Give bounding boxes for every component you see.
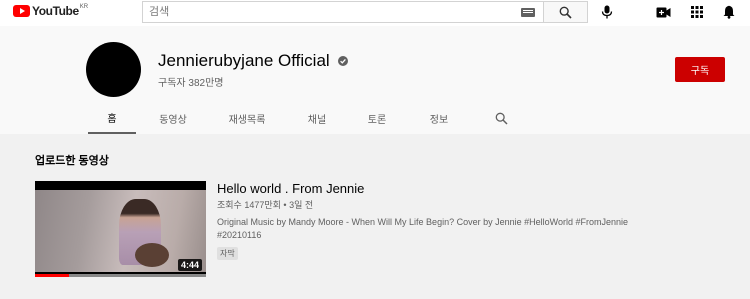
watch-progress-fill (35, 274, 70, 277)
youtube-logo[interactable]: YouTube KR (13, 4, 88, 18)
verified-icon (337, 56, 348, 66)
keyboard-icon[interactable] (521, 8, 535, 17)
region-code: KR (79, 4, 89, 10)
subtitles-badge: 자막 (217, 247, 238, 260)
video-thumbnail[interactable]: 4:44 (35, 181, 206, 277)
watch-progress-track (35, 274, 206, 277)
top-bar: YouTube KR (0, 0, 750, 26)
search-icon (559, 6, 572, 19)
tab-home[interactable]: 홈 (88, 102, 136, 134)
apps-icon (691, 6, 703, 18)
search-button[interactable] (544, 1, 588, 23)
search-input[interactable] (143, 2, 503, 22)
create-button[interactable] (654, 3, 672, 21)
video-meta: 조회수 1477만회 • 3일 전 (217, 200, 314, 210)
duration-badge: 4:44 (177, 259, 202, 271)
channel-avatar[interactable] (86, 42, 141, 97)
search-box (142, 1, 544, 23)
tab-playlists[interactable]: 재생목록 (222, 102, 272, 134)
subscribe-button[interactable]: 구독 (675, 57, 725, 82)
video-description: Original Music by Mandy Moore - When Wil… (217, 217, 628, 240)
tab-search[interactable] (490, 102, 512, 134)
search-icon (495, 112, 508, 125)
notifications-icon (723, 5, 735, 19)
tab-about[interactable]: 정보 (424, 102, 454, 134)
tab-channels[interactable]: 채널 (302, 102, 332, 134)
subscriber-count: 구독자 382만명 (158, 78, 224, 89)
tab-videos[interactable]: 동영상 (150, 102, 196, 134)
create-video-icon (656, 7, 670, 17)
channel-name: Jennierubyjane Official (158, 51, 330, 70)
section-title: 업로드한 동영상 (35, 155, 109, 167)
channel-header: Jennierubyjane Official 구독자 382만명 구독 홈 동… (0, 26, 750, 134)
notifications-button[interactable] (720, 3, 738, 21)
tab-discussion[interactable]: 토론 (362, 102, 392, 134)
thumbnail-dog (135, 243, 169, 267)
voice-search-button[interactable] (598, 3, 616, 21)
logo-text: YouTube (32, 4, 79, 18)
channel-name-row: Jennierubyjane Official (158, 51, 348, 71)
apps-button[interactable] (688, 3, 706, 21)
video-title[interactable]: Hello world . From Jennie (217, 181, 364, 196)
youtube-play-icon (13, 5, 30, 17)
mic-icon (601, 5, 613, 19)
channel-tabs: 홈 동영상 재생목록 채널 토론 정보 (0, 102, 750, 134)
